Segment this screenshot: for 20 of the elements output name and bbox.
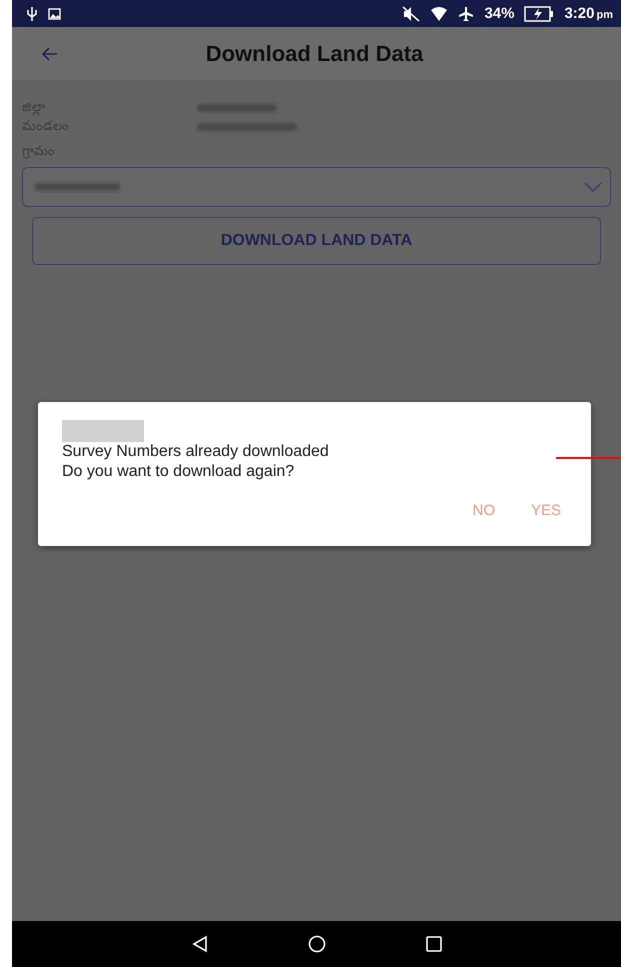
no-button[interactable]: NO bbox=[472, 502, 495, 519]
chevron-down-icon bbox=[584, 182, 602, 192]
image-icon bbox=[48, 8, 61, 20]
page-title: Download Land Data bbox=[204, 40, 424, 66]
dialog-message: Survey Numbers already downloaded bbox=[62, 442, 330, 462]
clock: 3:20 pm bbox=[564, 4, 613, 22]
wifi-icon bbox=[430, 6, 448, 22]
dialog-message: Do you want to download again? bbox=[62, 462, 296, 482]
usb-icon bbox=[26, 6, 38, 22]
home-nav-icon[interactable] bbox=[308, 935, 326, 953]
battery-charging-icon bbox=[524, 6, 554, 22]
back-nav-icon[interactable] bbox=[192, 935, 208, 953]
back-arrow-icon[interactable] bbox=[42, 46, 58, 60]
recents-nav-icon[interactable] bbox=[426, 936, 442, 952]
yes-button[interactable]: YES bbox=[530, 502, 561, 519]
leader-line bbox=[556, 457, 621, 459]
battery-percent: 34% bbox=[484, 5, 514, 22]
download-land-data-button[interactable]: DOWNLOAD LAND DATA bbox=[32, 217, 601, 265]
mute-icon bbox=[402, 6, 420, 22]
airplane-icon bbox=[458, 6, 474, 22]
